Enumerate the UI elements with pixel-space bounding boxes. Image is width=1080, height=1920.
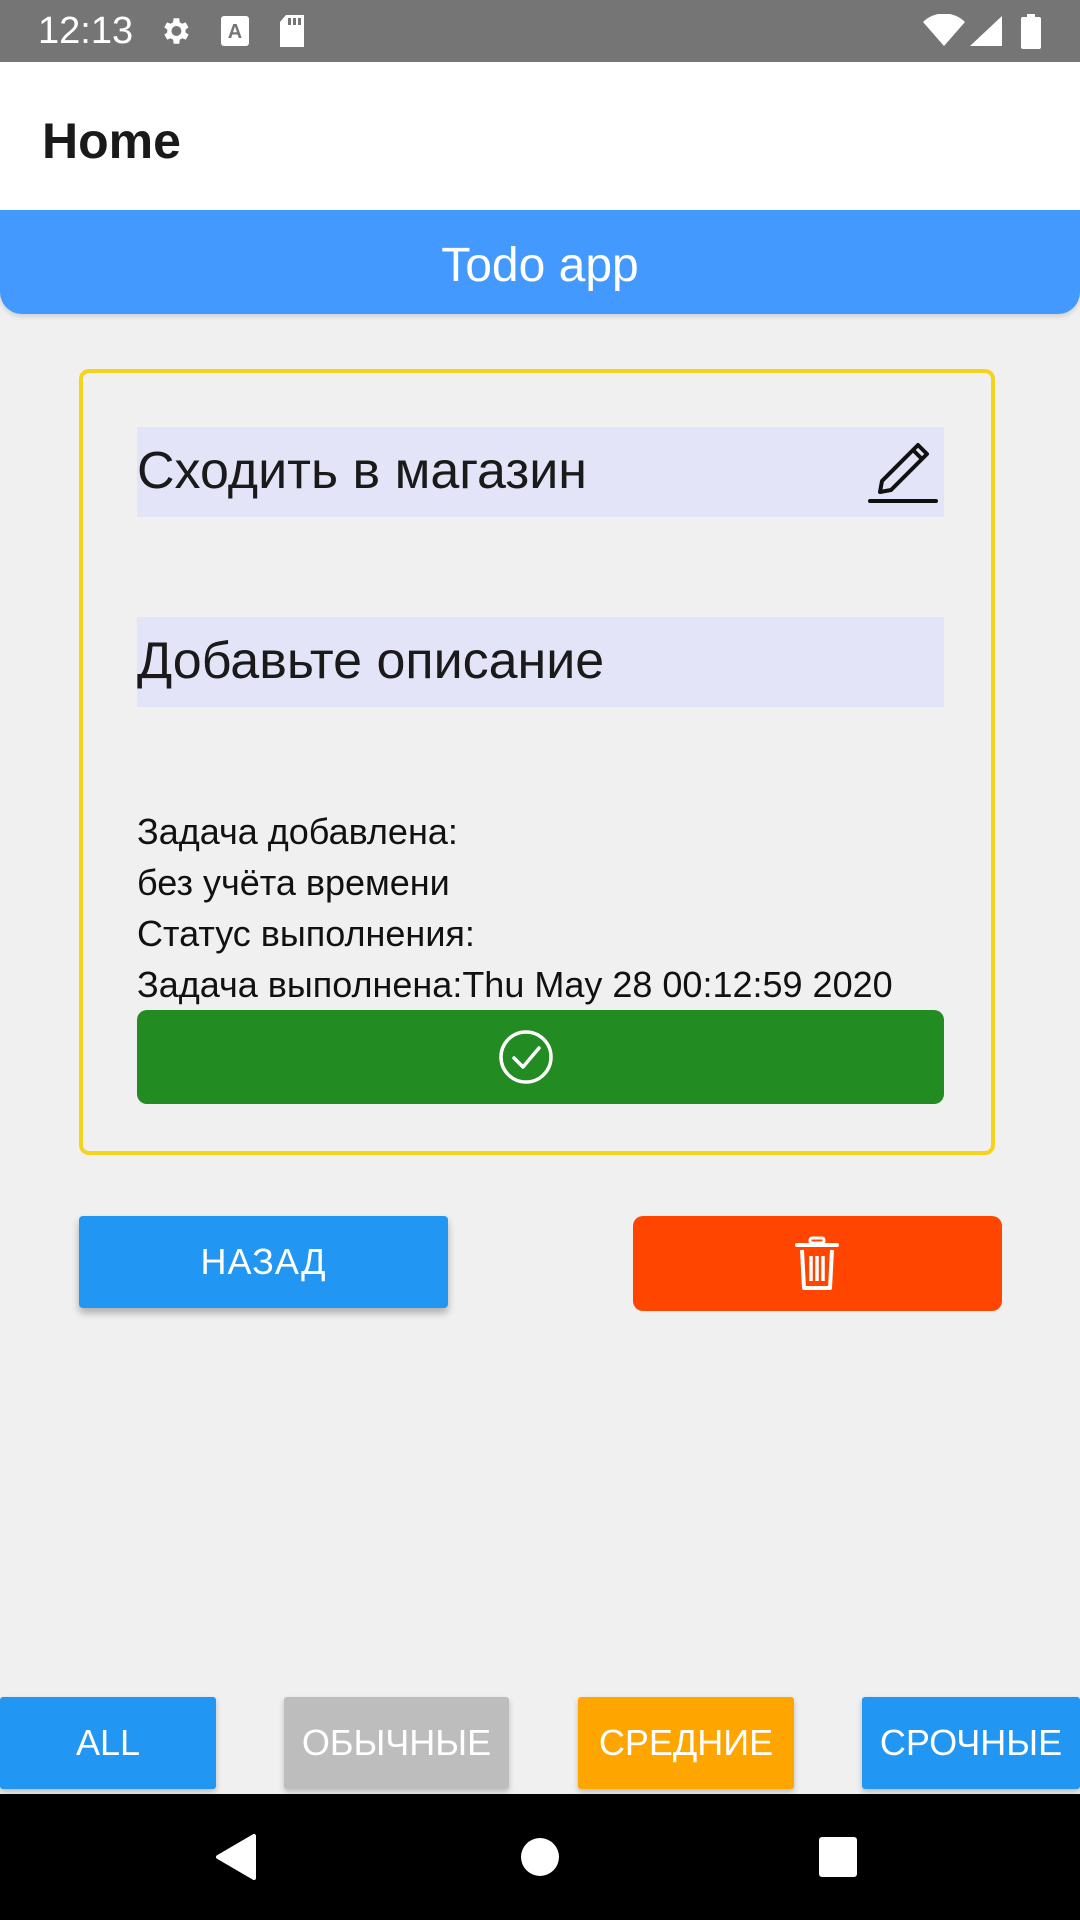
trash-icon: [795, 1236, 839, 1290]
app-header-title: Todo app: [441, 239, 639, 292]
app-screen: 12:13 A Home Todo app Сходить в магазин: [0, 0, 1080, 1920]
task-title-field[interactable]: Сходить в магазин: [137, 427, 944, 517]
filter-all-label: ALL: [75, 1722, 141, 1763]
task-description-placeholder: Добавьте описание: [137, 632, 605, 690]
task-title-text: Сходить в магазин: [137, 442, 587, 500]
wifi-icon: [922, 13, 966, 53]
task-added-time: без учёта времени: [137, 862, 450, 903]
status-time: 12:13: [38, 10, 134, 52]
check-circle-icon: [499, 1030, 553, 1084]
navigation-bar: [0, 1794, 1080, 1920]
sd-card-icon: [278, 14, 306, 53]
back-button[interactable]: НАЗАД: [79, 1216, 448, 1308]
delete-task-button[interactable]: [633, 1216, 1002, 1311]
battery-icon: [1020, 14, 1042, 55]
status-bar: 12:13 A: [0, 0, 1080, 62]
back-button-label: НАЗАД: [200, 1241, 327, 1282]
svg-text:A: A: [228, 21, 242, 43]
filter-urgent-label: СРОЧНЫЕ: [879, 1722, 1063, 1763]
app-header: Todo app: [0, 210, 1080, 314]
task-status-label: Статус выполнения:: [137, 913, 475, 954]
filter-all-button[interactable]: ALL: [0, 1697, 216, 1789]
filter-medium-button[interactable]: СРЕДНИЕ: [578, 1697, 794, 1789]
app-bar: Home: [0, 62, 1080, 210]
filter-medium-label: СРЕДНИЕ: [598, 1722, 774, 1763]
gear-icon: [158, 14, 192, 53]
task-completed-label: Задача выполнена:Thu May 28 00:12:59 202…: [137, 964, 893, 1005]
filter-normal-button[interactable]: ОБЫЧНЫЕ: [284, 1697, 509, 1789]
cellular-signal-icon: [968, 14, 1004, 53]
text-a-icon: A: [220, 14, 250, 53]
home-circle-icon[interactable]: [520, 1832, 560, 1887]
recents-square-icon[interactable]: [817, 1832, 859, 1887]
pencil-icon[interactable]: [864, 431, 942, 514]
complete-task-button[interactable]: [137, 1010, 944, 1104]
filter-normal-label: ОБЫЧНЫЕ: [301, 1722, 492, 1763]
filter-urgent-button[interactable]: СРОЧНЫЕ: [862, 1697, 1080, 1789]
back-triangle-icon[interactable]: [214, 1832, 258, 1887]
task-description-field[interactable]: Добавьте описание: [137, 617, 944, 707]
page-title: Home: [42, 113, 181, 169]
task-added-label: Задача добавлена:: [137, 811, 458, 852]
